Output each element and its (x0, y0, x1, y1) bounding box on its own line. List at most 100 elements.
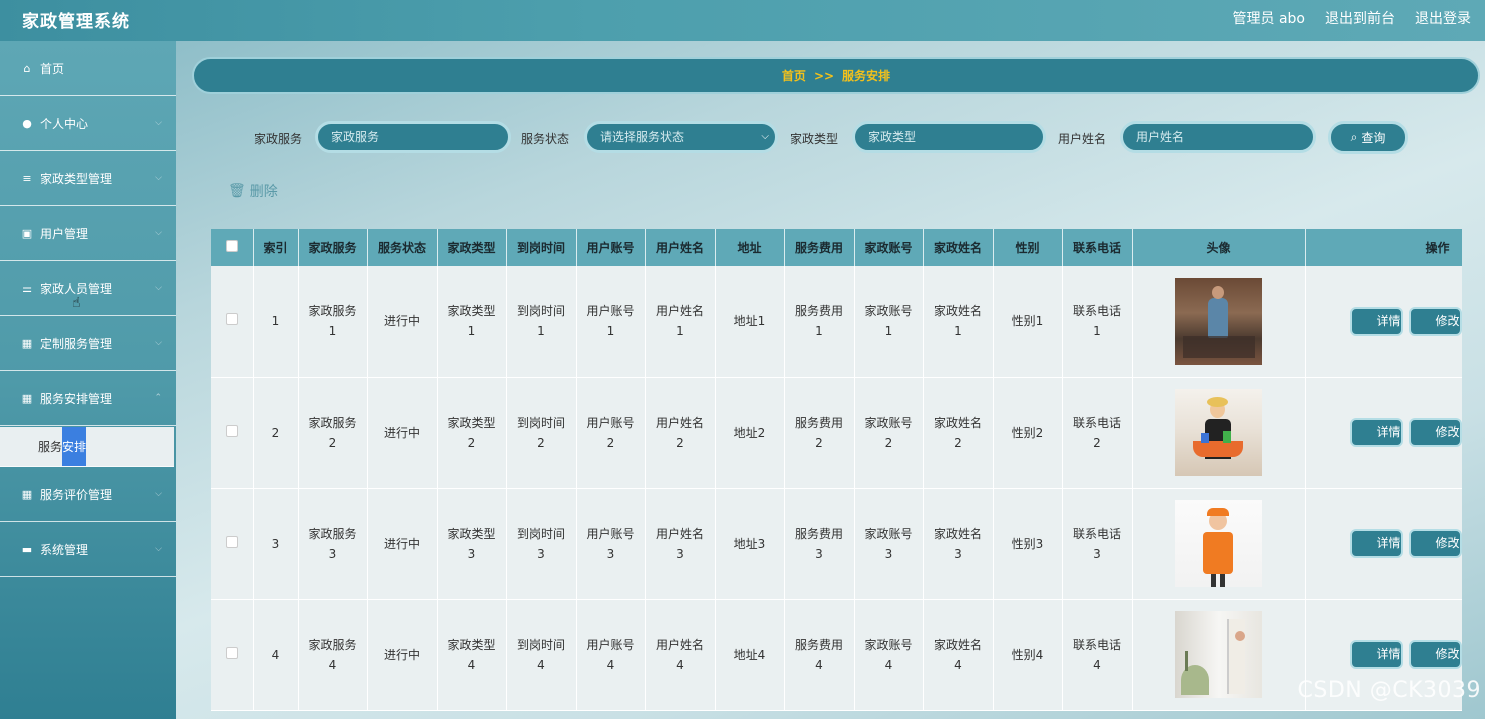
admin-user-label[interactable]: 管理员 abo (1233, 8, 1305, 28)
table-row: 2 家政服务 2 进行中 家政类型 2 到岗时间 2 用户账号 2 用户姓名 2 地址2 服务费用 2 家政账… (211, 377, 1462, 489)
type-search-input[interactable]: 家政类型 (852, 121, 1046, 153)
edit-button[interactable]: 修改 (1408, 306, 1462, 336)
cell-text: 服务费用 (794, 304, 843, 319)
cell-text: 1 (884, 324, 893, 339)
cell-text: 联系电话 (1072, 526, 1121, 541)
column-header: 操作 (1305, 229, 1462, 266)
sidebar-item-staff-management[interactable]: ⚌ 家政人员管理 ⌵ (0, 261, 176, 316)
breadcrumb-home[interactable]: 首页 (782, 67, 806, 84)
cell-text: 家政账号 (864, 415, 913, 430)
fee-cell: 服务费用 3 (784, 488, 855, 600)
sidebar-item-label: 家政类型管理 (40, 171, 113, 186)
checkbox[interactable] (225, 313, 238, 326)
avatar-cell (1132, 599, 1306, 711)
grid-icon: ▦ (21, 391, 33, 405)
fee-cell: 服务费用 4 (784, 599, 855, 711)
edit-icon: ▣ (21, 226, 33, 240)
logout-link[interactable]: 退出登录 (1415, 8, 1471, 28)
checkbox[interactable] (225, 240, 238, 252)
query-button-label: 查询 (1361, 131, 1386, 145)
sidebar-item-label: 服务安排管理 (40, 391, 113, 406)
column-header: 家政账号 (854, 229, 924, 266)
sidebar-item-system[interactable]: ▬ 系统管理 ⌵ (0, 522, 176, 577)
staff-name-cell: 家政姓名 4 (923, 599, 994, 711)
exit-to-front-link[interactable]: 退出到前台 (1325, 8, 1395, 28)
select-all-checkbox[interactable] (211, 229, 254, 266)
chevron-down-icon: ⌵ (155, 173, 162, 183)
delete-button[interactable]: 🗑 删除 (228, 181, 278, 201)
column-header: 用户账号 (576, 229, 646, 266)
cell-text: 到岗时间 (516, 304, 565, 319)
service-filter-label: 家政服务 (254, 132, 303, 146)
type-cell: 家政类型 3 (437, 488, 507, 600)
row-checkbox-cell[interactable] (211, 599, 254, 711)
detail-button[interactable]: 详情 (1349, 306, 1403, 336)
service-search-input[interactable]: 家政服务 (315, 121, 511, 153)
detail-button[interactable]: 详情 (1349, 418, 1403, 447)
delete-button-label: 删除 (249, 184, 278, 200)
cell-text: 到岗时间 (516, 637, 565, 652)
checkbox[interactable] (225, 646, 238, 659)
cell-text: 用户账号 (586, 415, 635, 430)
query-button[interactable]: ⌕ 查询 (1328, 121, 1408, 154)
gender-cell: 性别1 (993, 266, 1063, 378)
username-placeholder: 用户姓名 (1136, 130, 1185, 144)
sidebar-item-user-management[interactable]: ▣ 用户管理 ⌵ (0, 206, 176, 261)
cell-text: 1 (467, 324, 476, 339)
breadcrumb-current: 服务安排 (842, 69, 891, 83)
row-checkbox-cell[interactable] (211, 377, 254, 489)
edit-button[interactable]: 修改 (1408, 418, 1462, 447)
status-cell: 进行中 (367, 266, 438, 378)
cell-text: 用户账号 (586, 637, 635, 652)
cell-text: 4 (537, 657, 545, 672)
staff-name-cell: 家政姓名 3 (923, 488, 994, 600)
detail-button[interactable]: 详情 (1349, 640, 1403, 669)
cell-text: 2 (815, 435, 823, 450)
chevron-down-icon: ⌵ (155, 283, 162, 293)
column-header: 到岗时间 (506, 229, 577, 266)
fee-cell: 服务费用 2 (784, 377, 855, 489)
sidebar-item-housekeeping-type[interactable]: ≡ 家政类型管理 ⌵ (0, 151, 176, 206)
column-header: 服务状态 (367, 229, 438, 266)
grid-icon: ▦ (21, 336, 33, 350)
cell-text: 3 (328, 546, 337, 561)
staff-account-cell: 家政账号 4 (854, 599, 924, 711)
row-checkbox-cell[interactable] (211, 266, 254, 378)
avatar-cell (1132, 488, 1306, 600)
sidebar-item-service-arrangement[interactable]: ▦ 服务安排管理 ⌃ (0, 371, 176, 426)
sidebar-item-custom-service[interactable]: ▦ 定制服务管理 ⌵ (0, 316, 176, 371)
edit-button[interactable]: 修改 (1408, 640, 1462, 669)
user-account-cell: 用户账号 3 (576, 488, 646, 600)
breadcrumb: 首页 >> 服务安排 (192, 57, 1480, 94)
actions-cell: 详情 修改 (1305, 488, 1462, 600)
type-placeholder: 家政类型 (868, 130, 917, 144)
type-cell: 家政类型 2 (437, 377, 507, 489)
edit-button[interactable]: 修改 (1408, 529, 1462, 558)
row-checkbox-cell[interactable] (211, 488, 254, 600)
checkbox[interactable] (225, 535, 238, 548)
cell-text: 1 (537, 324, 545, 339)
sidebar-item-label: 服务评价管理 (40, 487, 113, 502)
cell-text: 3 (676, 546, 684, 561)
sidebar-subitem-service-arrangement[interactable]: 服务 安排 (0, 427, 174, 467)
trash-icon: 🗑 (228, 183, 246, 199)
cell-text: 家政账号 (864, 526, 913, 541)
column-header: 用户姓名 (645, 229, 716, 266)
username-search-input[interactable]: 用户姓名 (1120, 121, 1316, 153)
checkbox[interactable] (225, 424, 238, 437)
sidebar-item-service-review[interactable]: ▦ 服务评价管理 ⌵ (0, 467, 176, 522)
sidebar-item-home[interactable]: ⌂ 首页 (0, 41, 176, 96)
cell-text: 家政姓名 (933, 415, 982, 430)
avatar (1175, 277, 1262, 365)
cell-text: 家政姓名 (933, 637, 982, 652)
detail-button[interactable]: 详情 (1349, 529, 1403, 558)
arrival-time-cell: 到岗时间 1 (506, 266, 577, 378)
status-cell: 进行中 (367, 599, 438, 711)
index-cell: 2 (253, 377, 299, 489)
cell-text: 1 (815, 324, 823, 339)
cell-text: 家政姓名 (933, 304, 982, 319)
cell-text: 1 (606, 324, 615, 339)
status-select[interactable]: 请选择服务状态 ⌵ (584, 121, 778, 153)
phone-cell: 联系电话 2 (1062, 377, 1133, 489)
user-account-cell: 用户账号 1 (576, 266, 646, 378)
